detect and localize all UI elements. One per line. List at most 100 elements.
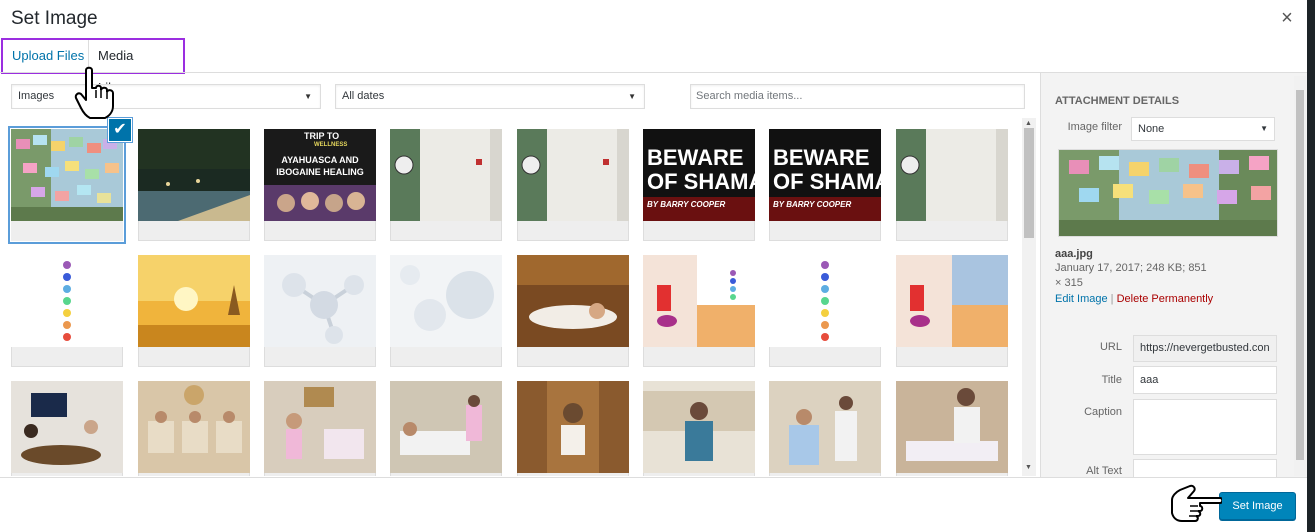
clinic-thumbnail (264, 381, 376, 473)
media-item[interactable]: BEWARE OF SHAMA BY BARRY COOPER (769, 129, 881, 241)
media-type-value: Images (18, 90, 55, 102)
thumb-text-by-barry-cooper: BY BARRY COOPER (773, 200, 851, 209)
attachment-details-panel: ATTACHMENT DETAILS Image filter None ▼ a… (1040, 73, 1307, 477)
alt-text-label: Alt Text (1086, 465, 1122, 477)
modal-footer (0, 477, 1307, 532)
papel-picado-thumbnail (11, 129, 123, 221)
candle-beach-thumbnail (896, 255, 1008, 347)
media-item[interactable] (769, 255, 881, 367)
media-grid: TRIP TO WELLNESS AYAHUASCA AND IBOGAINE … (0, 118, 1020, 476)
window-edge (1307, 0, 1315, 532)
attachment-dimensions: × 315 (1055, 277, 1083, 289)
media-item[interactable] (643, 381, 755, 476)
delete-permanently-link[interactable]: Delete Permanently (1117, 293, 1214, 305)
nurse-patient-thumbnail (769, 381, 881, 473)
media-item[interactable] (138, 381, 250, 476)
attachment-filename: aaa.jpg (1055, 248, 1093, 260)
media-item[interactable] (390, 381, 502, 476)
media-item[interactable]: BEWARE OF SHAMA BY BARRY COOPER (643, 129, 755, 241)
spa-chairs-thumbnail (138, 381, 250, 473)
link-separator: | (1110, 293, 1114, 305)
sidebar-scrollbar-thumb[interactable] (1296, 90, 1304, 460)
edit-image-link[interactable]: Edit Image (1055, 293, 1108, 305)
media-item-aaa-selected[interactable] (11, 129, 123, 241)
search-media-input[interactable]: Search media items... (690, 84, 1025, 109)
thumb-text-trip: TRIP TO (304, 131, 339, 141)
molecule-thumbnail (264, 255, 376, 347)
media-item[interactable] (643, 255, 755, 367)
media-item[interactable]: TRIP TO WELLNESS AYAHUASCA AND IBOGAINE … (264, 129, 376, 241)
machine-thumbnail (896, 129, 1008, 221)
pointer-hand-icon (74, 66, 114, 119)
media-item[interactable] (517, 381, 629, 476)
media-item[interactable] (264, 381, 376, 476)
attachment-preview-image (1058, 149, 1278, 237)
media-type-select[interactable]: Images ▼ (11, 84, 321, 109)
sauna-woman-thumbnail (517, 381, 629, 473)
title-label: Title (1101, 374, 1122, 386)
date-value: All dates (342, 90, 385, 102)
thumb-text-of-shama: OF SHAMA (647, 169, 755, 194)
image-filter-select[interactable]: None ▼ (1131, 117, 1275, 141)
chevron-down-icon: ▼ (304, 92, 312, 101)
set-image-button[interactable]: Set Image (1219, 492, 1296, 520)
url-label: URL (1099, 341, 1122, 353)
modal-title: Set Image (11, 8, 98, 29)
title-field[interactable]: aaa (1133, 366, 1277, 394)
machine-thumbnail (390, 129, 502, 221)
media-item[interactable] (390, 129, 502, 241)
candle-chakra-thumbnail (643, 255, 755, 347)
chevron-down-icon: ▼ (628, 92, 636, 101)
caption-field[interactable] (1133, 399, 1277, 455)
media-item[interactable] (138, 255, 250, 367)
media-item[interactable] (769, 381, 881, 476)
media-item[interactable] (138, 129, 250, 241)
patient-bed-thumbnail (390, 381, 502, 473)
close-icon[interactable]: × (1278, 8, 1296, 28)
media-item[interactable] (896, 381, 1008, 476)
office-meeting-thumbnail (11, 381, 123, 473)
thumb-text-by-barry-cooper: BY BARRY COOPER (647, 200, 725, 209)
yoga-sunset-thumbnail (138, 255, 250, 347)
scroll-up-icon[interactable]: ▲ (1025, 120, 1032, 127)
thumb-text-ibogaine: IBOGAINE HEALING (276, 167, 364, 177)
alt-text-field[interactable] (1133, 459, 1277, 477)
thumb-text-wellness: WELLNESS (314, 142, 347, 148)
beware-of-shamans-thumbnail: BEWARE OF SHAMA BY BARRY COOPER (643, 129, 755, 221)
machine-thumbnail (517, 129, 629, 221)
media-item[interactable] (896, 129, 1008, 241)
media-item[interactable] (11, 255, 123, 367)
grid-scrollbar-thumb[interactable] (1024, 128, 1034, 238)
beware-of-shamans-thumbnail: BEWARE OF SHAMA BY BARRY COOPER (769, 129, 881, 221)
image-filter-value: None (1138, 123, 1165, 135)
attachment-details-heading: ATTACHMENT DETAILS (1055, 95, 1180, 107)
date-select[interactable]: All dates ▼ (335, 84, 645, 109)
media-item[interactable] (11, 381, 123, 476)
media-item[interactable] (390, 255, 502, 367)
caption-label: Caption (1084, 406, 1122, 418)
sauna-thumbnail (517, 255, 629, 347)
chakra-thumbnail (11, 255, 123, 347)
thumb-text-beware: BEWARE (773, 145, 870, 170)
media-item[interactable] (517, 129, 629, 241)
thumb-text-ayahuasca: AYAHUASCA AND (281, 155, 359, 165)
pharmacy-thumbnail (643, 381, 755, 473)
grid-scrollbar[interactable]: ▲ ▼ (1022, 118, 1036, 476)
chakra-thumbnail (769, 255, 881, 347)
ayahuasca-ibogaine-thumbnail: TRIP TO WELLNESS AYAHUASCA AND IBOGAINE … (264, 129, 376, 221)
thumb-text-beware: BEWARE (647, 145, 744, 170)
image-filter-label: Image filter (1067, 121, 1122, 133)
molecule-thumbnail (390, 255, 502, 347)
attachment-date-size: January 17, 2017; 248 KB; 851 (1055, 262, 1207, 274)
url-field[interactable]: https://nevergetbusted.con (1133, 335, 1277, 362)
media-item[interactable] (517, 255, 629, 367)
sidebar-scrollbar[interactable] (1294, 76, 1306, 476)
scroll-down-icon[interactable]: ▼ (1025, 464, 1032, 471)
media-item[interactable] (264, 255, 376, 367)
thumb-text-of-shama: OF SHAMA (773, 169, 881, 194)
chevron-down-icon: ▼ (1260, 124, 1268, 133)
beach-night-thumbnail (138, 129, 250, 221)
media-item[interactable] (896, 255, 1008, 367)
pointer-hand-right-icon (1171, 484, 1222, 522)
massage-thumbnail (896, 381, 1008, 473)
